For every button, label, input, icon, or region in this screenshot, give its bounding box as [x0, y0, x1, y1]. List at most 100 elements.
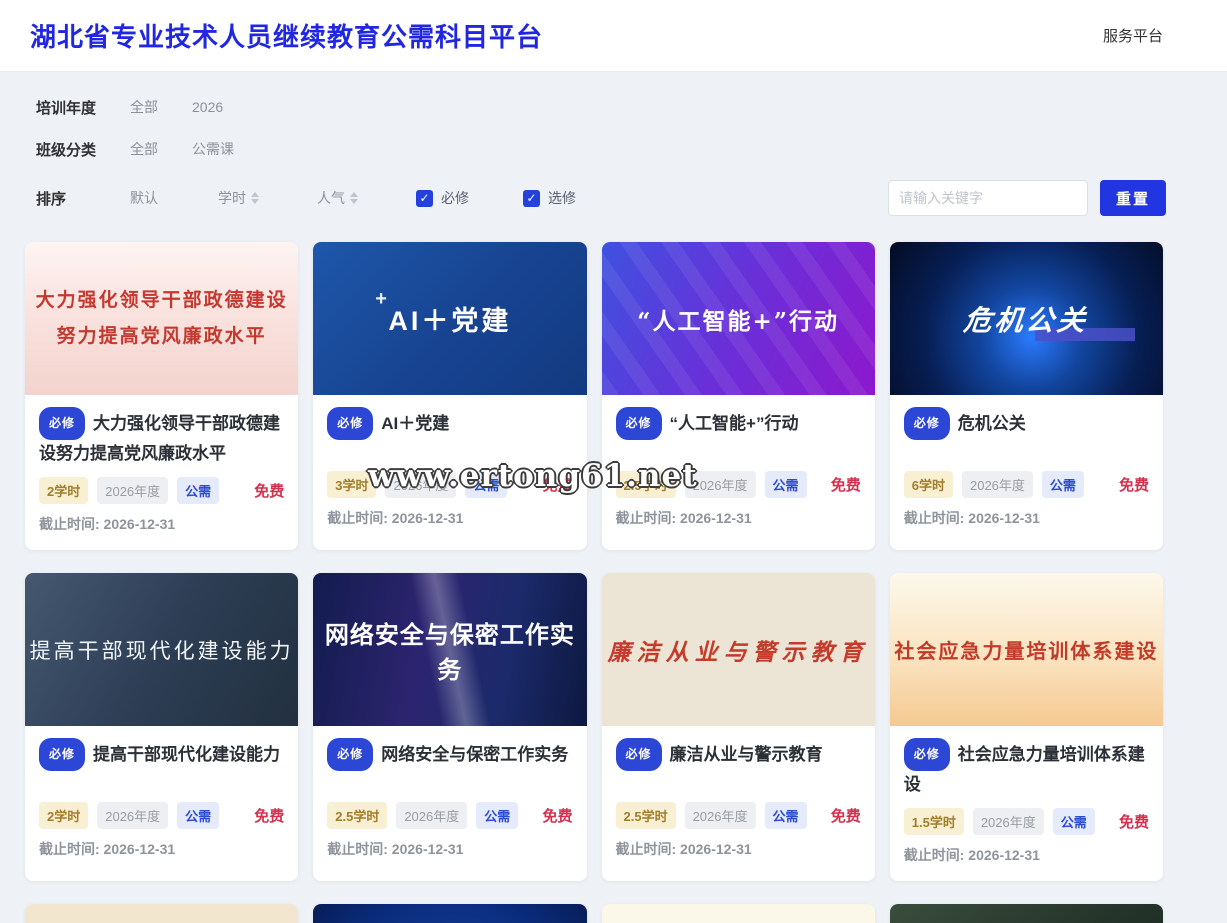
- course-title-block: 必修“人工智能+”行动: [616, 407, 861, 461]
- search-input[interactable]: [899, 190, 1080, 206]
- filter-option-2026[interactable]: 2026: [192, 99, 223, 115]
- course-info: 必修危机公关 6学时 2026年度 公需 免费 截止时间: 2026-12-31: [890, 395, 1163, 544]
- required-badge: 必修: [904, 738, 950, 771]
- course-banner-image: AI＋党建: [313, 242, 586, 395]
- course-info: 必修“人工智能+”行动 2.5学时 2026年度 公需 免费 截止时间: 202…: [602, 395, 875, 544]
- tag-year: 2026年度: [685, 802, 756, 829]
- course-card[interactable]: 《关于深入实施“人工智能+”行动的意见》解读: [313, 904, 586, 923]
- course-card[interactable]: 智能机器人与制造业融合的关键技术与应用: [890, 904, 1163, 923]
- tag-hours: 2学时: [39, 802, 88, 829]
- sort-arrows-icon[interactable]: [350, 192, 358, 204]
- search-area: 重置: [888, 180, 1166, 216]
- course-info: 必修提高干部现代化建设能力 2学时 2026年度 公需 免费 截止时间: 202…: [25, 726, 298, 875]
- course-title: 网络安全与保密工作实务: [381, 745, 568, 764]
- required-badge: 必修: [616, 738, 662, 771]
- deadline-text: 截止时间: 2026-12-31: [904, 845, 1149, 865]
- course-card[interactable]: 危机公关 必修危机公关 6学时 2026年度 公需 免费 截止时间: 2026-…: [890, 242, 1163, 550]
- required-badge: 必修: [327, 407, 373, 440]
- course-tags: 2学时 2026年度 公需 免费: [39, 802, 284, 829]
- price-free-label: 免费: [254, 480, 284, 501]
- deadline-text: 截止时间: 2026-12-31: [327, 508, 572, 528]
- course-card[interactable]: 廉洁从业与警示教育 必修廉洁从业与警示教育 2.5学时 2026年度 公需 免费…: [602, 573, 875, 881]
- tag-year: 2026年度: [385, 471, 456, 498]
- course-tags: 2学时 2026年度 公需 免费: [39, 477, 284, 504]
- filter-option-public[interactable]: 公需课: [192, 139, 234, 159]
- course-banner-image: “人工智能+”行动: [602, 242, 875, 395]
- tag-type: 公需: [177, 802, 219, 829]
- checkbox-checked-icon[interactable]: ✓: [416, 190, 433, 207]
- course-card[interactable]: AI＋党建 必修AI＋党建 3学时 2026年度 公需 免费 截止时间: 202…: [313, 242, 586, 550]
- course-card[interactable]: 社会应急力量培训体系建设 必修社会应急力量培训体系建设 1.5学时 2026年度…: [890, 573, 1163, 881]
- search-box[interactable]: [888, 180, 1088, 216]
- tag-hours: 2.5学时: [616, 471, 676, 498]
- sort-row: 排序 默认 学时 人气 ✓ 必修 ✓ 选修: [36, 180, 1227, 216]
- deadline-text: 截止时间: 2026-12-31: [39, 839, 284, 859]
- checkbox-checked-icon[interactable]: ✓: [523, 190, 540, 207]
- filter-option-all[interactable]: 全部: [130, 139, 158, 159]
- deadline-text: 截止时间: 2026-12-31: [904, 508, 1149, 528]
- course-banner-image: 网络安全与保密工作实务: [313, 573, 586, 726]
- tag-hours: 6学时: [904, 471, 953, 498]
- course-info: 必修网络安全与保密工作实务 2.5学时 2026年度 公需 免费 截止时间: 2…: [313, 726, 586, 875]
- tag-hours: 2.5学时: [327, 802, 387, 829]
- course-info: 必修廉洁从业与警示教育 2.5学时 2026年度 公需 免费 截止时间: 202…: [602, 726, 875, 875]
- price-free-label: 免费: [1119, 811, 1149, 832]
- main-content: 培训年度 全部 2026 班级分类 全部 公需课 排序 默认 学时 人气 ✓ 必…: [0, 72, 1227, 923]
- course-title: 提高干部现代化建设能力: [93, 745, 280, 764]
- course-card[interactable]: AI+科研：构建智能驱动的新科研生态: [25, 904, 298, 923]
- course-tags: 2.5学时 2026年度 公需 免费: [616, 802, 861, 829]
- tag-type: 公需: [1053, 808, 1095, 835]
- filter-panel: 培训年度 全部 2026 班级分类 全部 公需课 排序 默认 学时 人气 ✓ 必…: [0, 72, 1227, 216]
- deadline-text: 截止时间: 2026-12-31: [616, 508, 861, 528]
- price-free-label: 免费: [831, 805, 861, 826]
- course-info: 必修大力强化领导干部政德建设努力提高党风廉政水平 2学时 2026年度 公需 免…: [25, 395, 298, 550]
- course-title: “人工智能+”行动: [670, 414, 799, 433]
- tag-year: 2026年度: [97, 802, 168, 829]
- deadline-text: 截止时间: 2026-12-31: [39, 514, 284, 534]
- course-title-block: 必修危机公关: [904, 407, 1149, 461]
- reset-button[interactable]: 重置: [1100, 180, 1166, 216]
- course-info: 必修社会应急力量培训体系建设 1.5学时 2026年度 公需 免费 截止时间: …: [890, 726, 1163, 881]
- header: 湖北省专业技术人员继续教育公需科目平台 服务平台: [0, 0, 1227, 72]
- filter-row-year: 培训年度 全部 2026: [36, 92, 1227, 122]
- required-badge: 必修: [327, 738, 373, 771]
- tag-hours: 3学时: [327, 471, 376, 498]
- price-free-label: 免费: [1119, 474, 1149, 495]
- course-title-block: 必修廉洁从业与警示教育: [616, 738, 861, 792]
- required-badge: 必修: [39, 738, 85, 771]
- required-badge: 必修: [39, 407, 85, 440]
- sort-by-hours[interactable]: 学时: [218, 188, 259, 208]
- course-card[interactable]: 网络安全与保密工作实务 必修网络安全与保密工作实务 2.5学时 2026年度 公…: [313, 573, 586, 881]
- price-free-label: 免费: [254, 805, 284, 826]
- tag-year: 2026年度: [97, 477, 168, 504]
- filter-option-all[interactable]: 全部: [130, 97, 158, 117]
- sort-by-popularity[interactable]: 人气: [317, 188, 358, 208]
- course-banner-image: 《关于深入实施“人工智能+”行动的意见》解读: [313, 904, 586, 923]
- checkbox-required[interactable]: ✓ 必修: [416, 188, 469, 208]
- course-banner-image: 智能机器人与制造业融合的关键技术与应用: [890, 904, 1163, 923]
- sort-arrows-icon[interactable]: [251, 192, 259, 204]
- sort-label: 排序: [36, 188, 130, 209]
- tag-type: 公需: [765, 802, 807, 829]
- sort-default[interactable]: 默认: [130, 188, 158, 208]
- tag-hours: 1.5学时: [904, 808, 964, 835]
- tag-year: 2026年度: [685, 471, 756, 498]
- course-card[interactable]: AI的现状与未来发展趋势: [602, 904, 875, 923]
- course-card[interactable]: 大力强化领导干部政德建设努力提高党风廉政水平 必修大力强化领导干部政德建设努力提…: [25, 242, 298, 550]
- course-title-block: 必修AI＋党建: [327, 407, 572, 461]
- price-free-label: 免费: [542, 805, 572, 826]
- course-info: 必修AI＋党建 3学时 2026年度 公需 免费 截止时间: 2026-12-3…: [313, 395, 586, 544]
- course-card[interactable]: 提高干部现代化建设能力 必修提高干部现代化建设能力 2学时 2026年度 公需 …: [25, 573, 298, 881]
- filter-label-category: 班级分类: [36, 139, 130, 160]
- course-card[interactable]: “人工智能+”行动 必修“人工智能+”行动 2.5学时 2026年度 公需 免费…: [602, 242, 875, 550]
- nav-service-platform[interactable]: 服务平台: [1103, 25, 1163, 46]
- tag-year: 2026年度: [962, 471, 1033, 498]
- course-tags: 3学时 2026年度 公需 免费: [327, 471, 572, 498]
- course-title-block: 必修提高干部现代化建设能力: [39, 738, 284, 792]
- tag-type: 公需: [177, 477, 219, 504]
- course-tags: 1.5学时 2026年度 公需 免费: [904, 808, 1149, 835]
- course-banner-image: 危机公关: [890, 242, 1163, 395]
- required-badge: 必修: [904, 407, 950, 440]
- checkbox-elective[interactable]: ✓ 选修: [523, 188, 576, 208]
- filter-row-category: 班级分类 全部 公需课: [36, 134, 1227, 164]
